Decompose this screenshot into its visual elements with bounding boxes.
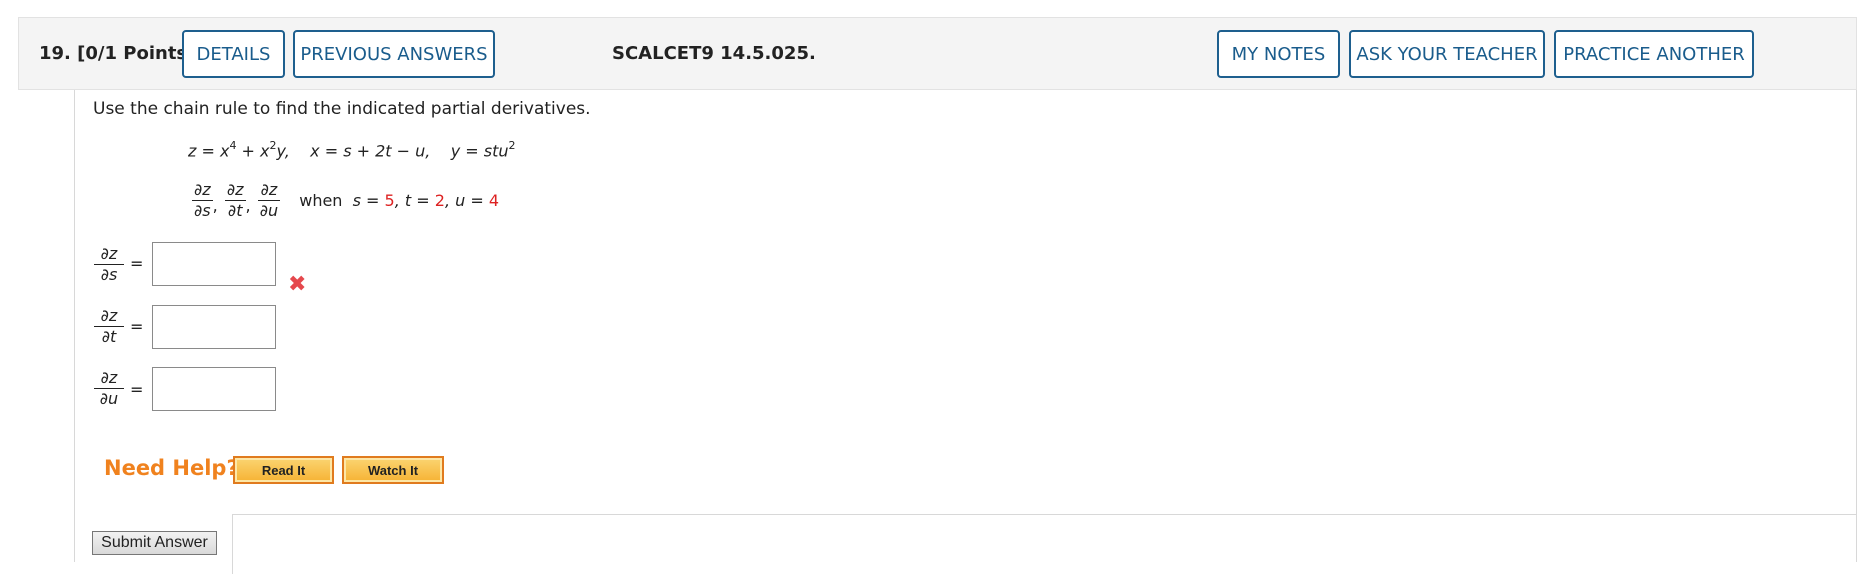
question-header: 19. [0/1 Points] DETAILS PREVIOUS ANSWER…	[18, 17, 1857, 90]
partial-z-s: ∂z ∂s	[192, 180, 213, 220]
given-values: when s = 5, t = 2, u = 4	[299, 191, 500, 210]
submit-answer-button[interactable]: Submit Answer	[92, 531, 217, 555]
watch-it-button[interactable]: Watch It	[342, 456, 444, 484]
answer-input-dz-ds[interactable]	[152, 242, 276, 286]
answer-label-dz-ds: ∂z ∂s	[94, 244, 124, 285]
given-equations: z = x4 + x2y, x = s + 2t − u, y = stu2	[188, 139, 516, 161]
my-notes-button[interactable]: MY NOTES	[1217, 30, 1340, 78]
answer-input-dz-dt[interactable]	[152, 305, 276, 349]
practice-another-button[interactable]: PRACTICE ANOTHER	[1554, 30, 1754, 78]
partial-z-u: ∂z ∂u	[257, 180, 281, 220]
problem-code: SCALCET9 14.5.025.	[612, 43, 816, 64]
incorrect-icon: ✖	[288, 272, 307, 297]
previous-answers-button[interactable]: PREVIOUS ANSWERS	[293, 30, 495, 78]
read-it-button[interactable]: Read It	[233, 456, 334, 484]
question-body	[74, 90, 1857, 562]
answer-label-dz-du: ∂z ∂u	[94, 368, 124, 409]
instructions: Use the chain rule to find the indicated…	[93, 99, 591, 119]
equals-sign: =	[130, 380, 144, 399]
need-help-label: Need Help?	[104, 456, 239, 480]
equals-sign: =	[130, 317, 144, 336]
equals-sign: =	[130, 254, 144, 273]
question-points: 19. [0/1 Points]	[39, 43, 196, 64]
bottom-panel	[232, 514, 1857, 574]
requested-partials: ∂z ∂s, ∂z ∂t, ∂z ∂u when s = 5, t = 2, u = …	[192, 180, 500, 220]
answer-label-dz-dt: ∂z ∂t	[94, 306, 124, 347]
partial-z-t: ∂z ∂t	[224, 180, 246, 220]
details-button[interactable]: DETAILS	[182, 30, 285, 78]
answer-input-dz-du[interactable]	[152, 367, 276, 411]
ask-your-teacher-button[interactable]: ASK YOUR TEACHER	[1349, 30, 1545, 78]
